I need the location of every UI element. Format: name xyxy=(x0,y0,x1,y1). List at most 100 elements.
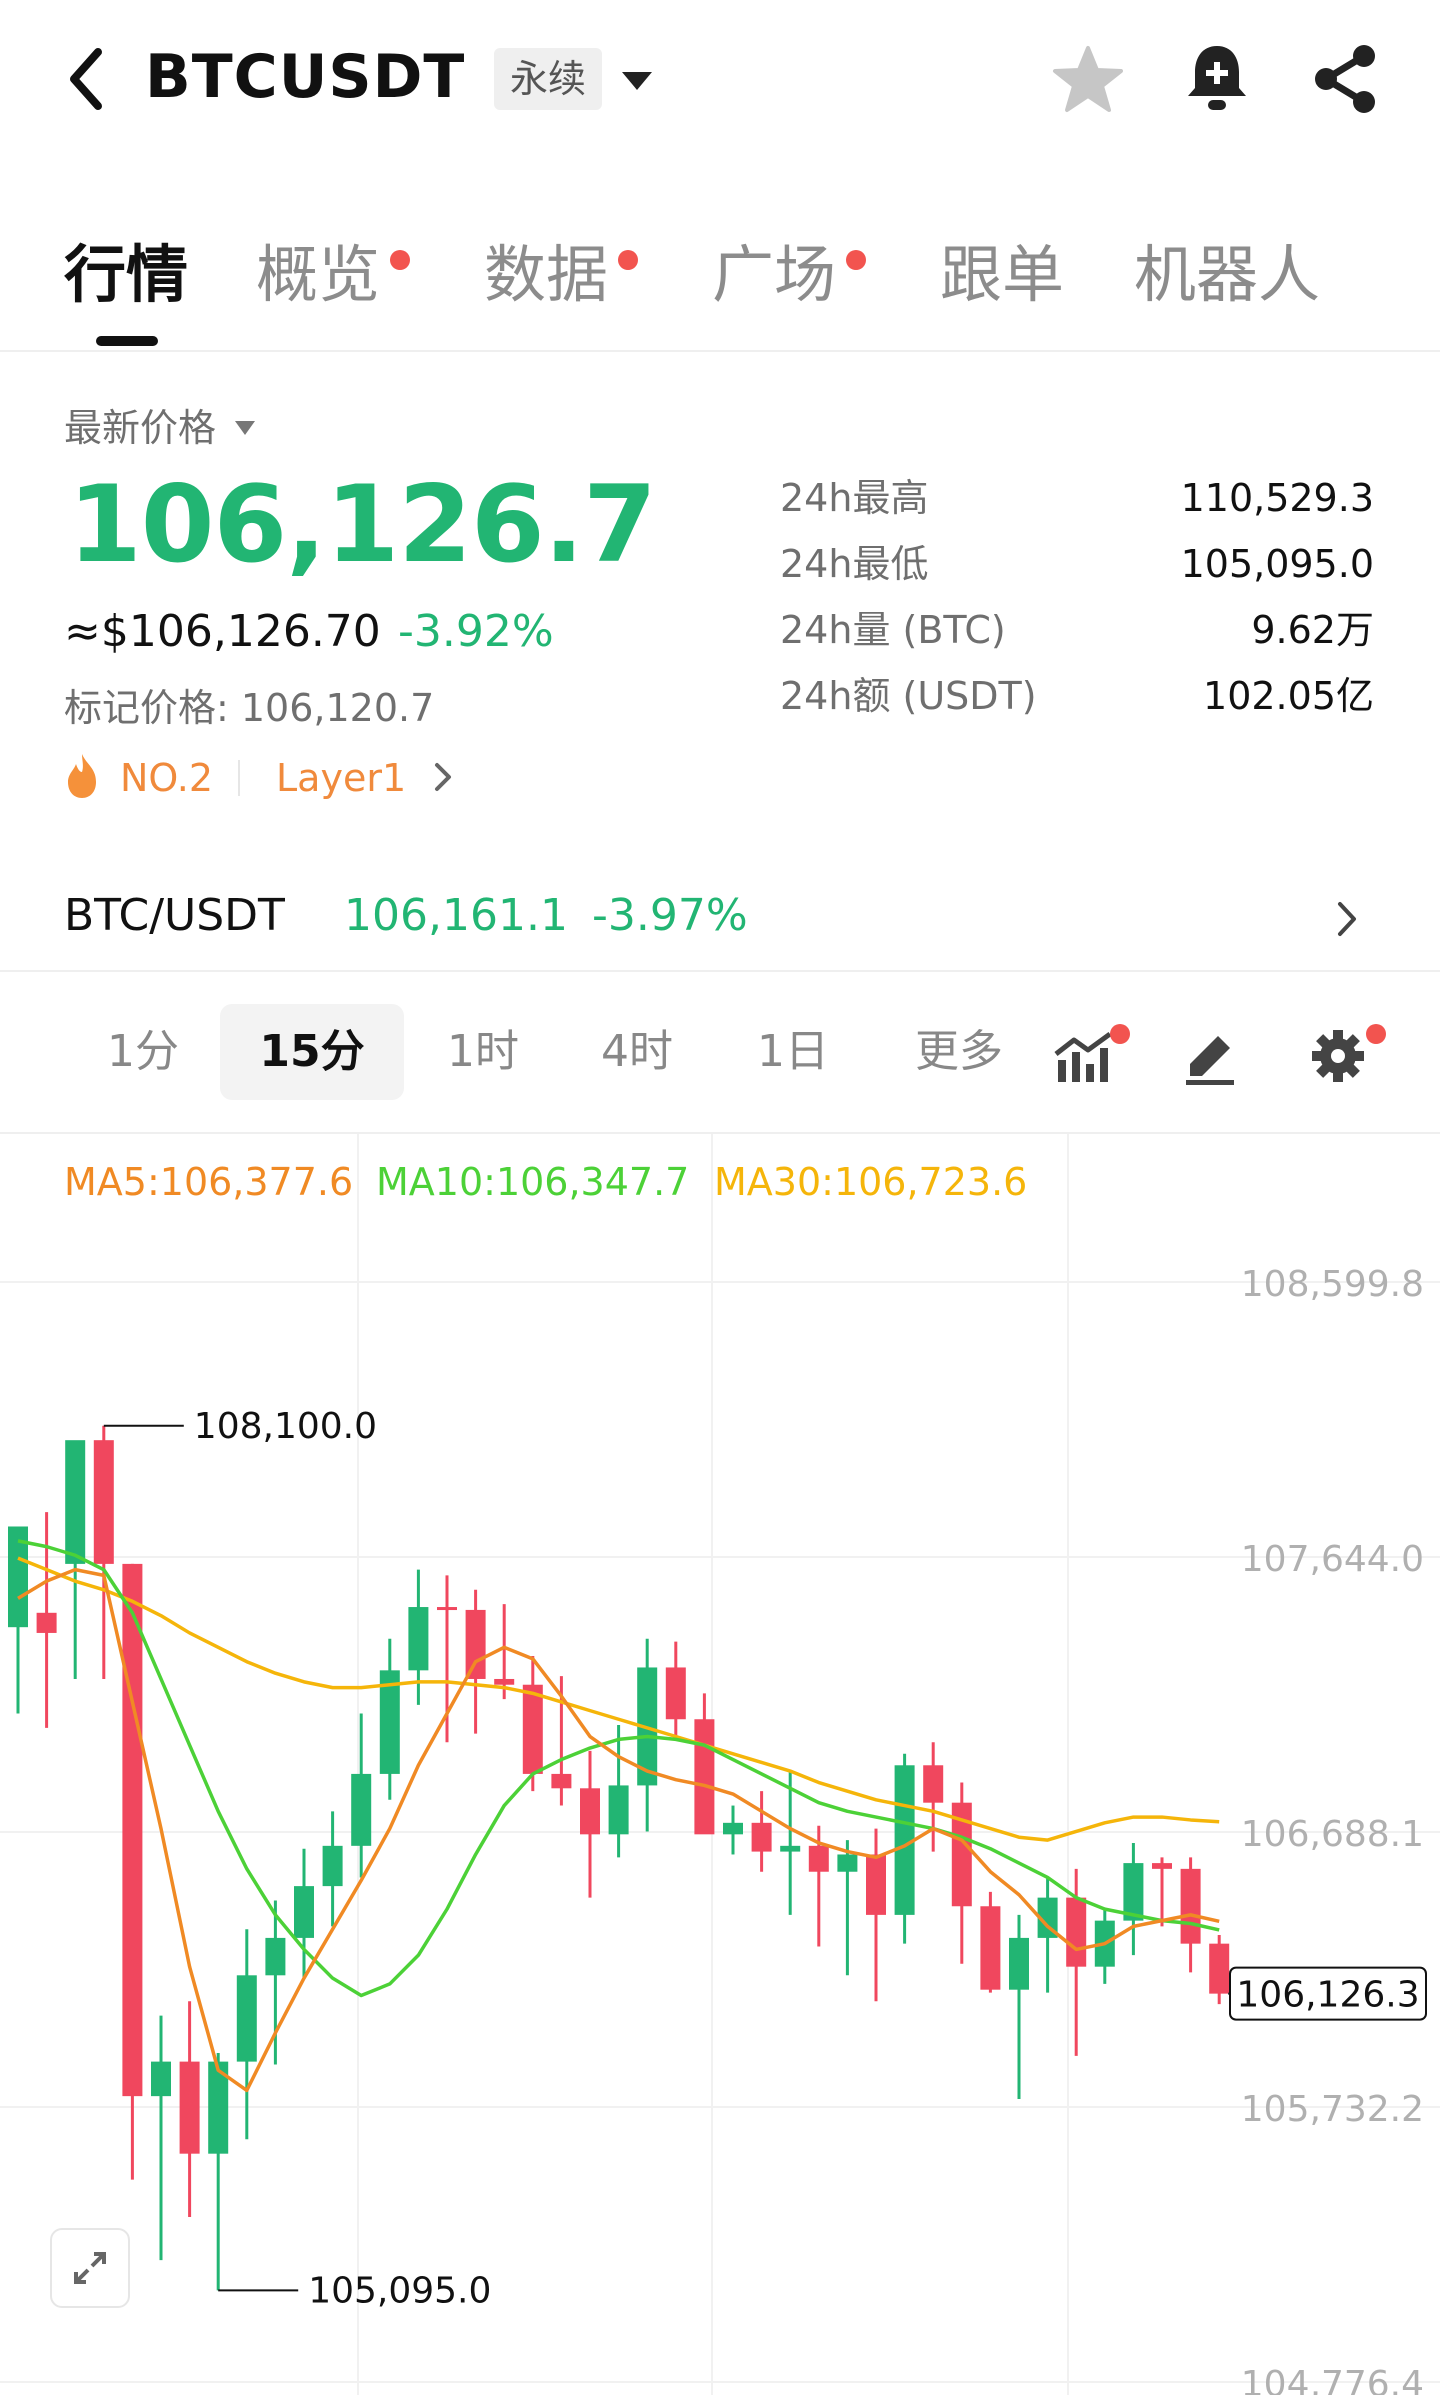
spot-change-percent: -3.97% xyxy=(592,890,748,941)
candle-body xyxy=(36,1612,57,1633)
stat-value-volume: 9.62万 xyxy=(1251,608,1374,652)
candle-body xyxy=(93,1440,114,1564)
usd-price: ≈$106,126.70 xyxy=(64,606,381,657)
tab-market[interactable]: 行情 xyxy=(64,230,188,320)
kline-chart[interactable]: 108,599.8 107,644.0 106,688.1 105,732.2 104,… xyxy=(0,1134,1440,2395)
candle-body xyxy=(837,1854,858,1872)
notification-dot xyxy=(1366,1024,1386,1044)
tab-label: 机器人 xyxy=(1134,238,1321,311)
y-tick-label: 105,732.2 xyxy=(1241,2089,1424,2130)
tab-copy-trade[interactable]: 跟单 xyxy=(940,230,1064,320)
indicator-icon[interactable] xyxy=(1054,1030,1114,1084)
settings-icon[interactable] xyxy=(1310,1028,1366,1084)
share-icon[interactable] xyxy=(1310,42,1380,116)
active-tab-indicator xyxy=(96,336,158,346)
notification-dot xyxy=(846,250,866,270)
stat-label-turnover: 24h额 (USDT) xyxy=(780,674,1037,718)
caret-down-icon[interactable] xyxy=(620,70,654,92)
tab-label: 广场 xyxy=(712,238,837,311)
spot-pair-row[interactable]: BTC/USDT 106,161.1 -3.97% xyxy=(0,860,1440,972)
notification-dot xyxy=(390,250,410,270)
symbol-title[interactable]: BTCUSDT xyxy=(145,42,465,112)
tab-overview[interactable]: 概览 xyxy=(256,230,410,320)
main-tabs: 行情 概览 数据 广场 跟单 机器人 xyxy=(0,210,1440,352)
candle-body xyxy=(1209,1943,1230,1994)
fullscreen-button[interactable] xyxy=(50,2228,130,2308)
spot-pair-name: BTC/USDT xyxy=(64,890,285,941)
interval-1h[interactable]: 1时 xyxy=(420,1004,546,1100)
candle-body xyxy=(808,1845,829,1872)
candle-body xyxy=(437,1607,457,1611)
tab-label: 行情 xyxy=(64,238,189,311)
stat-label-low: 24h最低 xyxy=(780,542,929,586)
candle-body xyxy=(179,2061,200,2154)
contract-type-badge[interactable]: 永续 xyxy=(494,48,603,110)
candle-body xyxy=(866,1854,886,1915)
interval-1d[interactable]: 1日 xyxy=(730,1004,856,1100)
draw-icon[interactable] xyxy=(1182,1026,1238,1086)
y-tick-label: 108,599.8 xyxy=(1241,1264,1424,1305)
interval-more[interactable]: 更多 xyxy=(896,1004,1022,1100)
tab-label: 概览 xyxy=(256,238,381,311)
back-icon[interactable] xyxy=(62,44,112,114)
current-price-label: 106,126.3 xyxy=(1236,1975,1419,2016)
high-marker-label: 108,100.0 xyxy=(194,1406,377,1447)
sector-tag[interactable]: Layer1 xyxy=(276,750,406,806)
interval-15m[interactable]: 15分 xyxy=(220,1004,404,1100)
y-tick-label: 106,688.1 xyxy=(1241,1814,1424,1855)
interval-4h[interactable]: 4时 xyxy=(574,1004,700,1100)
candle-body xyxy=(665,1667,686,1720)
spot-price: 106,161.1 xyxy=(344,890,568,941)
last-price: 106,126.7 xyxy=(68,463,657,586)
y-tick-label: 107,644.0 xyxy=(1241,1539,1424,1580)
latest-price-label[interactable]: 最新价格 xyxy=(64,400,216,456)
tab-bot[interactable]: 机器人 xyxy=(1134,230,1320,320)
y-tick-label: 104,776.4 xyxy=(1241,2364,1424,2395)
rank-tag[interactable]: NO.2 xyxy=(120,750,213,806)
chevron-right-icon[interactable] xyxy=(434,762,452,792)
low-marker-label: 105,095.0 xyxy=(308,2270,491,2311)
interval-toolbar: 1分 15分 1时 4时 1日 更多 xyxy=(0,990,1440,1134)
candle-body xyxy=(265,1937,286,1976)
candle-body xyxy=(551,1773,572,1789)
candle-body xyxy=(580,1788,600,1835)
star-icon[interactable] xyxy=(1052,44,1124,116)
notification-dot xyxy=(1110,1024,1130,1044)
candle-body xyxy=(522,1684,543,1774)
stat-label-high: 24h最高 xyxy=(780,476,929,520)
tab-label: 数据 xyxy=(484,238,609,311)
candle-body xyxy=(723,1822,743,1835)
candle-body xyxy=(608,1785,629,1835)
candle-body xyxy=(1066,1897,1087,1967)
mark-price: 标记价格: 106,120.7 xyxy=(64,686,435,730)
candle-body xyxy=(122,1563,143,2097)
stat-label-volume: 24h量 (BTC) xyxy=(780,608,1006,652)
candle-body xyxy=(751,1822,772,1852)
tab-data[interactable]: 数据 xyxy=(484,230,638,320)
notification-dot xyxy=(618,250,638,270)
candle-body xyxy=(465,1609,486,1679)
candle-body xyxy=(694,1719,715,1835)
candle-body xyxy=(294,1886,314,1938)
divider xyxy=(238,760,240,796)
bell-plus-icon[interactable] xyxy=(1184,42,1250,114)
candle-body xyxy=(1180,1868,1201,1944)
caret-down-icon[interactable] xyxy=(234,420,256,436)
candle-body xyxy=(151,2061,171,2097)
tab-label: 跟单 xyxy=(940,238,1065,311)
candle-body xyxy=(322,1845,343,1887)
stat-value-turnover: 102.05亿 xyxy=(1203,674,1374,718)
top-bar: BTCUSDT 永续 xyxy=(0,0,1440,160)
candle-body xyxy=(236,1975,257,2062)
price-change-percent: -3.92% xyxy=(398,606,554,657)
candle-body xyxy=(1152,1863,1172,1869)
candle-body xyxy=(923,1765,944,1803)
interval-1m[interactable]: 1分 xyxy=(80,1004,206,1100)
tab-square[interactable]: 广场 xyxy=(712,230,866,320)
candle-body xyxy=(65,1440,86,1564)
chevron-right-icon[interactable] xyxy=(1336,900,1358,938)
stat-value-low: 105,095.0 xyxy=(1180,542,1374,586)
candle-body xyxy=(494,1678,515,1685)
candle-body xyxy=(351,1773,372,1846)
candle-body xyxy=(780,1845,801,1852)
